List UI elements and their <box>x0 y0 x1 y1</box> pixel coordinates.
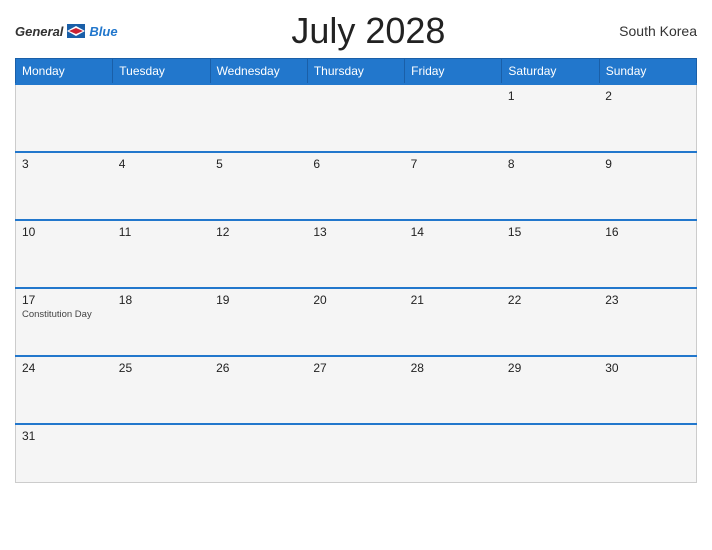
country-label: South Korea <box>619 23 697 39</box>
day-number: 24 <box>22 361 107 375</box>
col-saturday: Saturday <box>502 59 599 85</box>
day-event: Constitution Day <box>22 309 107 320</box>
day-number: 3 <box>22 157 107 171</box>
col-friday: Friday <box>405 59 502 85</box>
calendar-cell: 9 <box>599 152 696 220</box>
calendar-header: General Blue July 2028 South Korea <box>15 10 697 52</box>
calendar-cell: 13 <box>307 220 404 288</box>
calendar-week-row: 31 <box>16 424 697 482</box>
day-number: 26 <box>216 361 301 375</box>
day-number: 30 <box>605 361 690 375</box>
calendar-cell: 18 <box>113 288 210 356</box>
day-number: 11 <box>119 225 204 239</box>
col-thursday: Thursday <box>307 59 404 85</box>
day-number: 5 <box>216 157 301 171</box>
calendar-cell: 24 <box>16 356 113 424</box>
calendar-cell <box>307 84 404 152</box>
calendar-cell <box>307 424 404 482</box>
day-number: 9 <box>605 157 690 171</box>
calendar-cell: 22 <box>502 288 599 356</box>
calendar-cell: 3 <box>16 152 113 220</box>
day-number: 31 <box>22 429 107 443</box>
calendar-cell <box>113 84 210 152</box>
day-number: 25 <box>119 361 204 375</box>
day-number: 20 <box>313 293 398 307</box>
calendar-cell <box>502 424 599 482</box>
calendar-cell: 14 <box>405 220 502 288</box>
calendar-cell <box>210 424 307 482</box>
calendar-cell: 30 <box>599 356 696 424</box>
page: General Blue July 2028 South Korea Monda… <box>0 0 712 550</box>
day-number: 14 <box>411 225 496 239</box>
calendar-cell: 31 <box>16 424 113 482</box>
calendar-cell: 15 <box>502 220 599 288</box>
calendar-week-row: 24 25 26 27 28 29 30 <box>16 356 697 424</box>
day-number: 2 <box>605 89 690 103</box>
col-monday: Monday <box>16 59 113 85</box>
day-number: 1 <box>508 89 593 103</box>
calendar-cell: 12 <box>210 220 307 288</box>
day-number: 29 <box>508 361 593 375</box>
calendar-cell: 5 <box>210 152 307 220</box>
day-number: 19 <box>216 293 301 307</box>
day-number: 23 <box>605 293 690 307</box>
day-number: 16 <box>605 225 690 239</box>
day-number: 22 <box>508 293 593 307</box>
calendar-cell <box>16 84 113 152</box>
calendar-week-row: 10 11 12 13 14 15 16 <box>16 220 697 288</box>
calendar-cell: 16 <box>599 220 696 288</box>
logo-blue-text: Blue <box>89 24 117 39</box>
day-number: 28 <box>411 361 496 375</box>
day-number: 4 <box>119 157 204 171</box>
day-number: 18 <box>119 293 204 307</box>
calendar-cell <box>405 84 502 152</box>
calendar-cell: 10 <box>16 220 113 288</box>
calendar-cell: 1 <box>502 84 599 152</box>
calendar-cell: 21 <box>405 288 502 356</box>
calendar-table: Monday Tuesday Wednesday Thursday Friday… <box>15 58 697 483</box>
logo-flag-icon <box>67 24 85 38</box>
calendar-cell <box>210 84 307 152</box>
calendar-cell: 4 <box>113 152 210 220</box>
calendar-cell: 20 <box>307 288 404 356</box>
day-number: 10 <box>22 225 107 239</box>
calendar-cell: 26 <box>210 356 307 424</box>
calendar-week-row: 17 Constitution Day 18 19 20 21 22 23 <box>16 288 697 356</box>
calendar-cell <box>405 424 502 482</box>
day-number: 7 <box>411 157 496 171</box>
calendar-title: July 2028 <box>118 10 620 52</box>
day-number: 6 <box>313 157 398 171</box>
weekday-header-row: Monday Tuesday Wednesday Thursday Friday… <box>16 59 697 85</box>
day-number: 15 <box>508 225 593 239</box>
calendar-cell: 27 <box>307 356 404 424</box>
day-number: 13 <box>313 225 398 239</box>
calendar-cell: 8 <box>502 152 599 220</box>
logo: General Blue <box>15 24 118 39</box>
day-number: 17 <box>22 293 107 307</box>
calendar-cell: 2 <box>599 84 696 152</box>
day-number: 21 <box>411 293 496 307</box>
calendar-cell: 28 <box>405 356 502 424</box>
calendar-week-row: 3456789 <box>16 152 697 220</box>
calendar-cell: 11 <box>113 220 210 288</box>
calendar-cell <box>599 424 696 482</box>
logo-general-text: General <box>15 24 63 39</box>
col-sunday: Sunday <box>599 59 696 85</box>
calendar-cell: 6 <box>307 152 404 220</box>
day-number: 8 <box>508 157 593 171</box>
day-number: 12 <box>216 225 301 239</box>
day-number: 27 <box>313 361 398 375</box>
calendar-cell: 19 <box>210 288 307 356</box>
calendar-cell: 7 <box>405 152 502 220</box>
calendar-cell: 17 Constitution Day <box>16 288 113 356</box>
col-wednesday: Wednesday <box>210 59 307 85</box>
calendar-cell <box>113 424 210 482</box>
calendar-week-row: 12 <box>16 84 697 152</box>
calendar-cell: 23 <box>599 288 696 356</box>
calendar-cell: 25 <box>113 356 210 424</box>
col-tuesday: Tuesday <box>113 59 210 85</box>
calendar-cell: 29 <box>502 356 599 424</box>
